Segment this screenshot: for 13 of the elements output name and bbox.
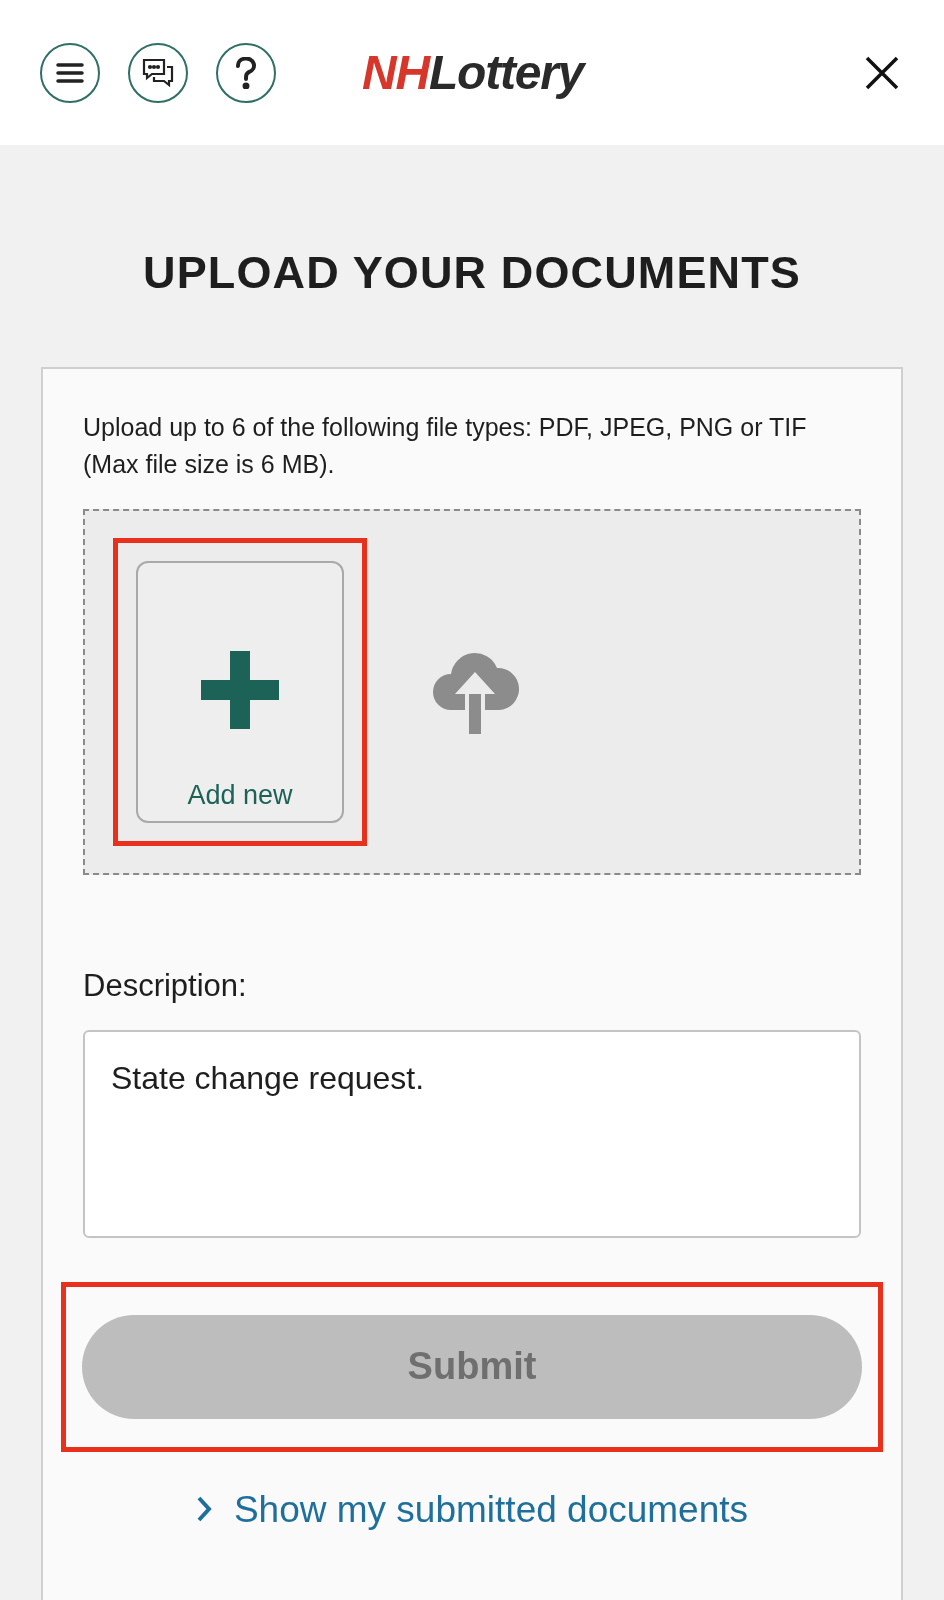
page-title: UPLOAD YOUR DOCUMENTS: [142, 250, 802, 295]
submitted-documents-link[interactable]: Show my submitted documents: [83, 1481, 861, 1537]
chevron-right-icon: [195, 1495, 212, 1524]
description-label: Description:: [83, 967, 248, 1005]
close-icon: [864, 54, 900, 91]
help-icon: [235, 56, 257, 89]
menu-icon: [56, 61, 84, 84]
cloud-upload-icon: [431, 650, 519, 734]
upload-instructions: Upload up to 6 of the following file types: PDF, JPEG, PNG or TIF (Max file size is 6 MB).: [83, 412, 808, 480]
drop-zone[interactable]: Add new: [83, 509, 861, 875]
add-new-button[interactable]: Add new: [136, 561, 344, 823]
description-field[interactable]: State change request.: [83, 1029, 861, 1238]
plus-icon: [201, 651, 279, 729]
